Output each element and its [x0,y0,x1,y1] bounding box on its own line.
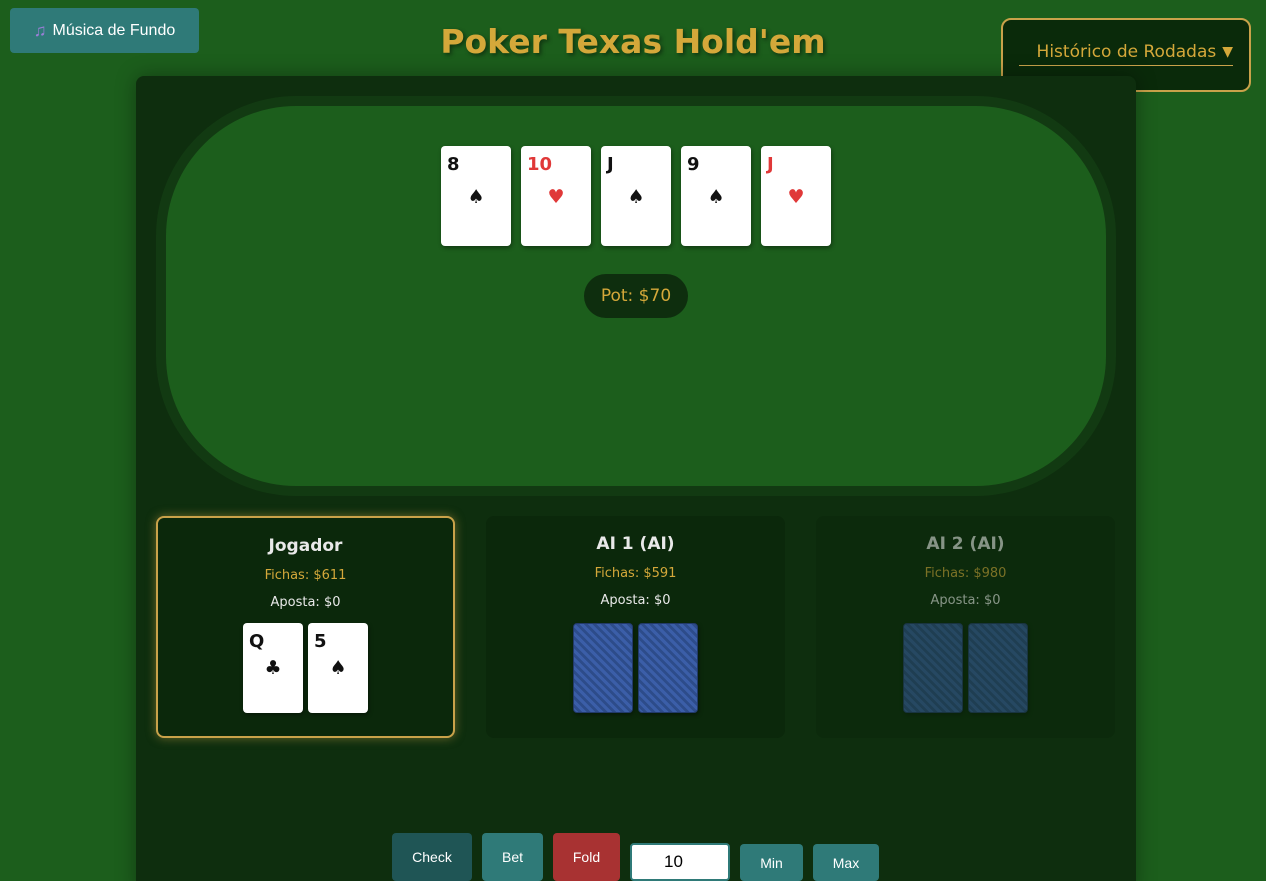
players-area: Jogador Fichas: $611 Aposta: $0 Q ♣ 5 ♠ … [156,516,1116,738]
player-bet: Aposta: $0 [600,593,671,608]
bet-amount-input[interactable]: 10 [630,843,730,881]
player-panel-ai-1: AI 1 (AI) Fichas: $591 Aposta: $0 [486,516,785,738]
spade-icon: ♠ [707,186,725,208]
player-panel-ai-2: AI 2 (AI) Fichas: $980 Aposta: $0 [816,516,1115,738]
player-name: Jogador [268,536,343,556]
card-rank: J [767,154,774,175]
player-hand [486,623,785,713]
player-bet: Aposta: $0 [930,593,1001,608]
min-button[interactable]: Min [740,844,803,881]
player-panel-human: Jogador Fichas: $611 Aposta: $0 Q ♣ 5 ♠ [156,516,455,738]
player-bet: Aposta: $0 [270,595,341,610]
spade-icon: ♠ [467,186,485,208]
player-hand [816,623,1115,713]
pot-display: Pot: $70 [584,274,688,318]
card-rank: J [607,154,614,175]
game-table: 8 ♠ 10 ♥ J ♠ 9 ♠ J ♥ Pot: $70 Jogador Fi… [136,76,1136,881]
card-rank: 8 [447,154,460,175]
check-button[interactable]: Check [392,833,472,881]
spade-icon: ♠ [329,657,347,679]
card-back [638,623,698,713]
club-icon: ♣ [264,657,282,679]
hole-card: Q ♣ [243,623,303,713]
community-card: 10 ♥ [521,146,591,246]
card-rank: 5 [314,631,327,652]
player-hand: Q ♣ 5 ♠ [158,623,453,713]
card-back [573,623,633,713]
community-card: J ♥ [761,146,831,246]
community-cards: 8 ♠ 10 ♥ J ♠ 9 ♠ J ♥ [441,146,831,246]
card-back [968,623,1028,713]
max-button[interactable]: Max [813,844,879,881]
player-name: AI 1 (AI) [596,534,675,554]
player-chips: Fichas: $611 [264,568,347,583]
community-card: 9 ♠ [681,146,751,246]
card-rank: 10 [527,154,553,175]
action-controls: Check Bet Fold 10 Min Max [0,833,1266,881]
bet-button[interactable]: Bet [482,833,543,881]
card-rank: Q [249,631,265,652]
fold-button[interactable]: Fold [553,833,620,881]
player-chips: Fichas: $980 [924,566,1007,581]
community-card: 8 ♠ [441,146,511,246]
history-label: Histórico de Rodadas [1036,41,1217,62]
hole-card: 5 ♠ [308,623,368,713]
spade-icon: ♠ [627,186,645,208]
poker-felt: 8 ♠ 10 ♥ J ♠ 9 ♠ J ♥ Pot: $70 [156,96,1116,496]
community-card: J ♠ [601,146,671,246]
player-name: AI 2 (AI) [926,534,1005,554]
heart-icon: ♥ [787,186,805,208]
player-chips: Fichas: $591 [594,566,677,581]
chevron-down-icon: ▼ [1222,43,1233,60]
card-rank: 9 [687,154,700,175]
card-back [903,623,963,713]
heart-icon: ♥ [547,186,565,208]
